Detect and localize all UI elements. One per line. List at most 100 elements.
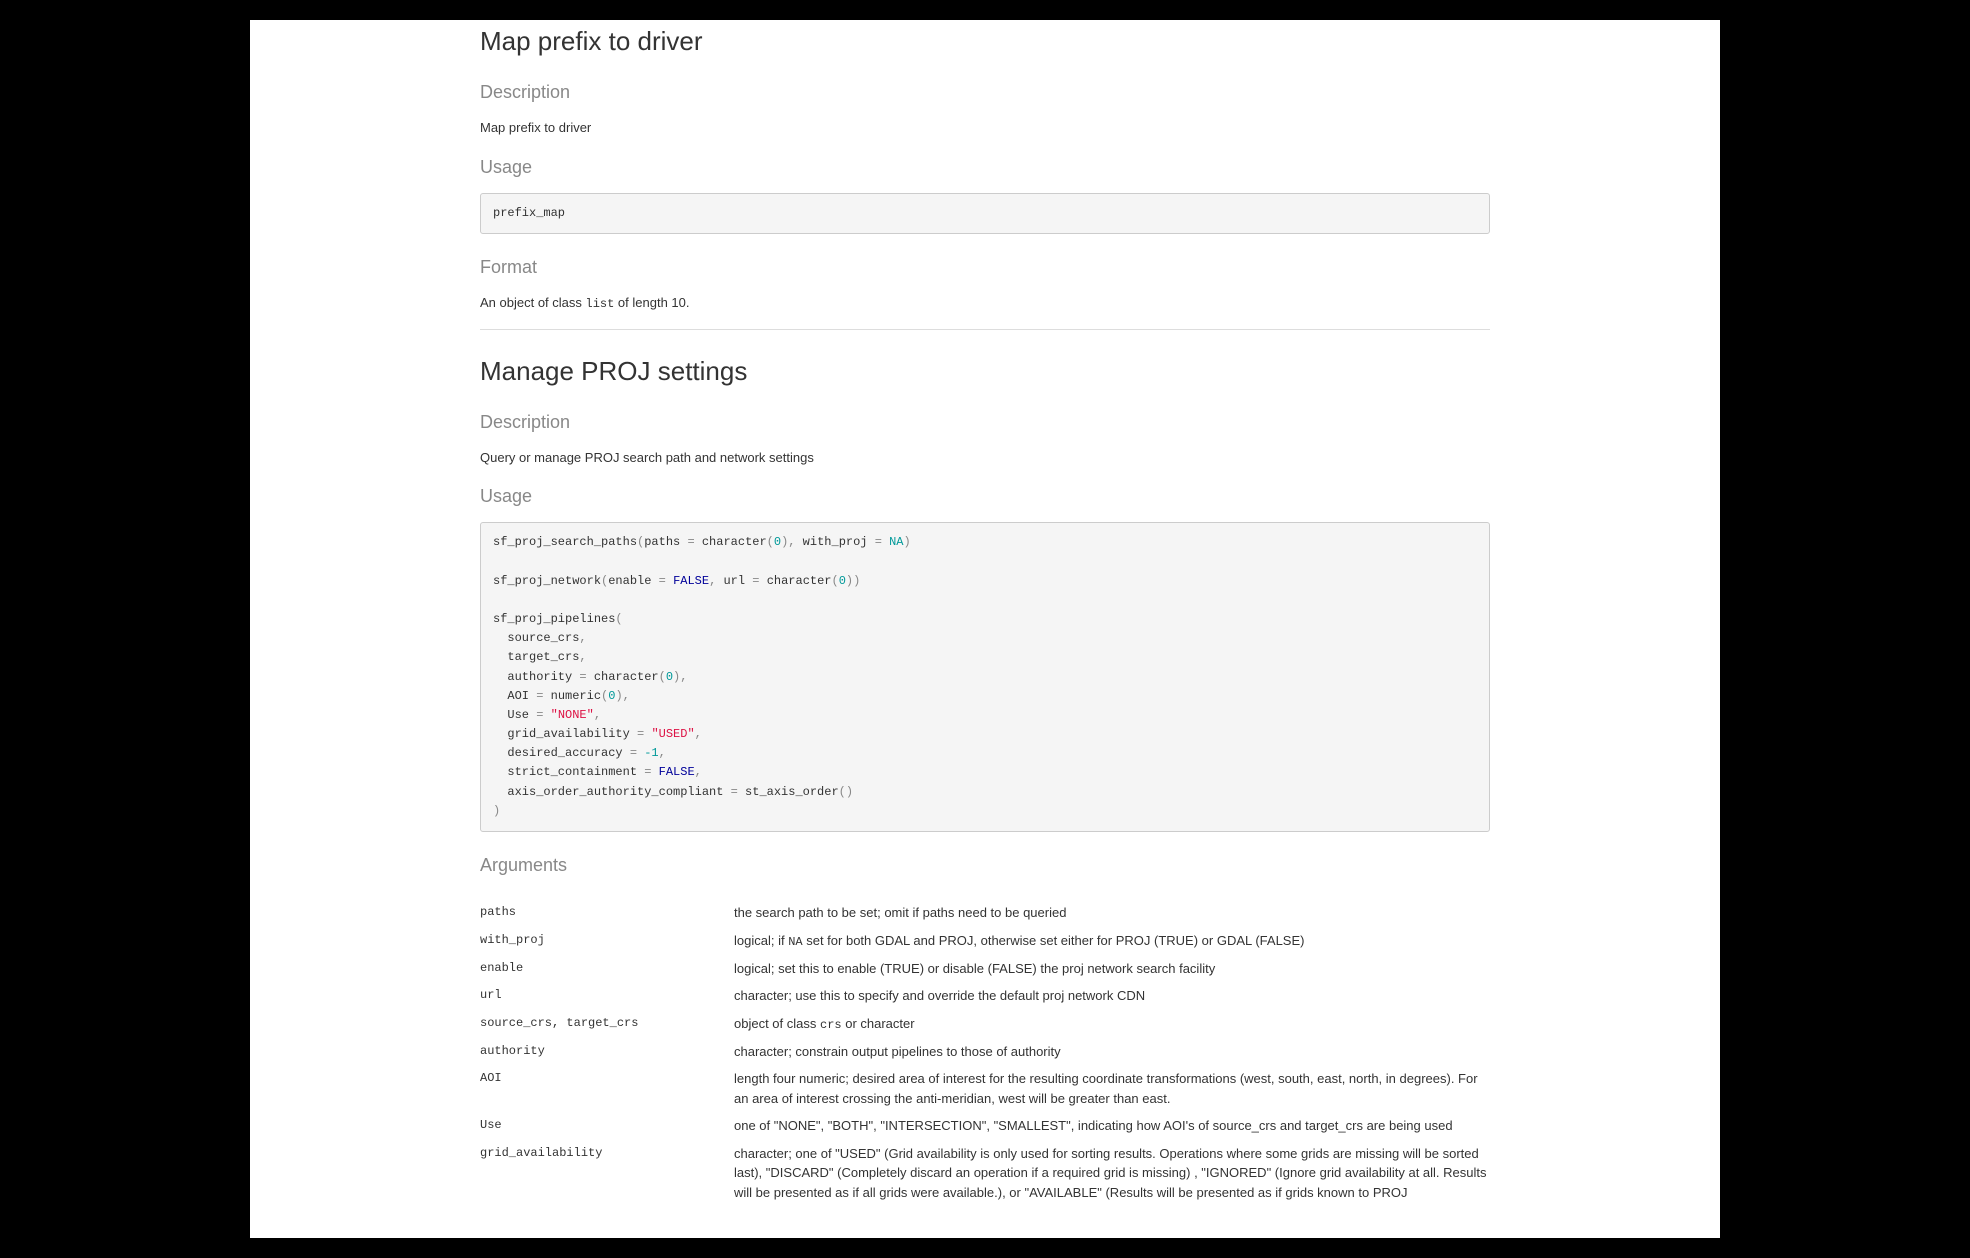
num: 0 — [666, 670, 673, 684]
table-row: grid_availability character; one of "USE… — [480, 1140, 1490, 1207]
arg-name: AOI — [480, 1065, 734, 1112]
fn-char: character — [695, 535, 767, 549]
num: 0 — [839, 574, 846, 588]
subhead-description-2: Description — [480, 409, 1490, 436]
arguments-table: paths the search path to be set; omit if… — [480, 899, 1490, 1206]
arg-name: source_crs, target_crs — [480, 1010, 734, 1038]
arg-name: with_proj — [480, 927, 734, 955]
arg-name: enable — [480, 955, 734, 983]
table-row: with_proj logical; if NA set for both GD… — [480, 927, 1490, 955]
comma: , — [680, 670, 687, 684]
comma: , — [579, 650, 586, 664]
comma: , — [594, 708, 601, 722]
usage-code-proj: sf_proj_search_paths(paths = character(0… — [480, 522, 1490, 832]
comma: , — [659, 746, 666, 760]
arg-name: authority — [480, 1038, 734, 1066]
fn-char: numeric — [543, 689, 601, 703]
arg-desc: character; one of "USED" (Grid availabil… — [734, 1140, 1490, 1207]
subhead-usage: Usage — [480, 154, 1490, 181]
arg-desc: the search path to be set; omit if paths… — [734, 899, 1490, 927]
fn-name: sf_proj_network — [493, 574, 601, 588]
arg: desired_accuracy — [493, 746, 630, 760]
arg: url — [716, 574, 752, 588]
arg-name: paths — [480, 899, 734, 927]
fn-name: sf_proj_pipelines — [493, 612, 615, 626]
na: NA — [889, 535, 903, 549]
text: set for both GDAL and PROJ, otherwise se… — [803, 933, 1305, 948]
fn-char: character — [760, 574, 832, 588]
arg: authority — [493, 670, 579, 684]
format-post: of length 10. — [614, 295, 689, 310]
subhead-arguments: Arguments — [480, 852, 1490, 879]
arg: target_crs — [493, 650, 579, 664]
arg-name: Use — [480, 1112, 734, 1140]
arg-desc: logical; if NA set for both GDAL and PRO… — [734, 927, 1490, 955]
arg-desc: character; constrain output pipelines to… — [734, 1038, 1490, 1066]
eq: = — [752, 574, 759, 588]
fn-char: character — [587, 670, 659, 684]
description-body: Map prefix to driver — [480, 118, 1490, 138]
format-body: An object of class list of length 10. — [480, 293, 1490, 313]
document-content: Map prefix to driver Description Map pre… — [480, 20, 1490, 1226]
comma: , — [695, 727, 702, 741]
arg-desc: object of class crs or character — [734, 1010, 1490, 1038]
arg: axis_order_authority_compliant — [493, 785, 731, 799]
subhead-format: Format — [480, 254, 1490, 281]
str: "USED" — [651, 727, 694, 741]
eq: = — [659, 574, 666, 588]
comma: , — [695, 765, 702, 779]
arg: enable — [608, 574, 658, 588]
str: "NONE" — [551, 708, 594, 722]
table-row: enable logical; set this to enable (TRUE… — [480, 955, 1490, 983]
eq: = — [875, 535, 882, 549]
kw: FALSE — [673, 574, 709, 588]
comma: , — [579, 631, 586, 645]
kw: FALSE — [659, 765, 695, 779]
comma: , — [623, 689, 630, 703]
eq: = — [644, 765, 651, 779]
arg-desc: length four numeric; desired area of int… — [734, 1065, 1490, 1112]
description-body-2: Query or manage PROJ search path and net… — [480, 448, 1490, 468]
arg-desc: character; use this to specify and overr… — [734, 982, 1490, 1010]
eq: = — [687, 535, 694, 549]
table-row: url character; use this to specify and o… — [480, 982, 1490, 1010]
eq: = — [579, 670, 586, 684]
num: 0 — [774, 535, 781, 549]
arg: paths — [644, 535, 687, 549]
format-code: list — [586, 297, 615, 311]
eq: = — [536, 708, 543, 722]
subhead-usage-2: Usage — [480, 483, 1490, 510]
eq: = — [731, 785, 738, 799]
usage-code-prefix-map: prefix_map — [480, 193, 1490, 234]
arg: AOI — [493, 689, 536, 703]
arg-name: grid_availability — [480, 1140, 734, 1207]
section-title-prefix-map: Map prefix to driver — [480, 20, 1490, 61]
fn-name: sf_proj_search_paths — [493, 535, 637, 549]
arg: with_proj — [795, 535, 874, 549]
inline-code: NA — [788, 935, 802, 949]
fn-char: st_axis_order — [738, 785, 839, 799]
table-row: paths the search path to be set; omit if… — [480, 899, 1490, 927]
arg-name: url — [480, 982, 734, 1010]
eq: = — [630, 746, 637, 760]
table-row: source_crs, target_crs object of class c… — [480, 1010, 1490, 1038]
text: logical; if — [734, 933, 788, 948]
table-row: authority character; constrain output pi… — [480, 1038, 1490, 1066]
table-row: AOI length four numeric; desired area of… — [480, 1065, 1490, 1112]
text: or character — [842, 1016, 915, 1031]
num: -1 — [644, 746, 658, 760]
code-text: prefix_map — [493, 206, 565, 220]
arg-desc: logical; set this to enable (TRUE) or di… — [734, 955, 1490, 983]
arg: source_crs — [493, 631, 579, 645]
arg: Use — [493, 708, 536, 722]
arg: strict_containment — [493, 765, 644, 779]
arg: grid_availability — [493, 727, 637, 741]
text: object of class — [734, 1016, 820, 1031]
format-pre: An object of class — [480, 295, 586, 310]
eq: = — [637, 727, 644, 741]
inline-code: crs — [820, 1018, 842, 1032]
arg-desc: one of "NONE", "BOTH", "INTERSECTION", "… — [734, 1112, 1490, 1140]
subhead-description: Description — [480, 79, 1490, 106]
section-title-proj: Manage PROJ settings — [480, 330, 1490, 391]
document-page: Map prefix to driver Description Map pre… — [250, 20, 1720, 1238]
